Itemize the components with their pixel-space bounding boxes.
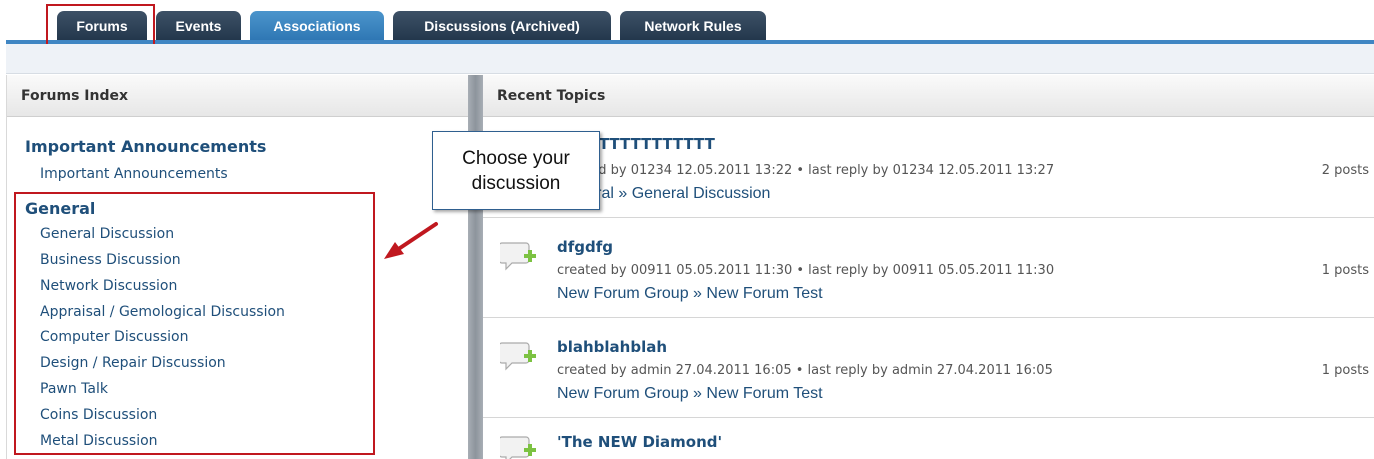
topic-meta: created by admin 27.04.2011 16:05 • last… [557, 363, 1053, 378]
sub-bar [6, 44, 1374, 74]
tab-discussions-archived[interactable]: Discussions (Archived) [393, 11, 611, 40]
topic-item: 'The NEW Diamond' [483, 418, 1374, 459]
topic-meta: created by 00911 05.05.2011 11:30 • last… [557, 263, 1055, 278]
tab-discussions-archived-label: Discussions (Archived) [424, 17, 580, 34]
tab-events-label: Events [175, 17, 222, 34]
topic-post-count: 1 posts [1321, 263, 1369, 278]
topic-meta: created by 01234 12.05.2011 13:22 • last… [557, 163, 1055, 178]
group-title-important-announcements[interactable]: Important Announcements [25, 137, 266, 156]
topic-breadcrumb[interactable]: New Forum Group » New Forum Test [557, 285, 823, 303]
tab-associations[interactable]: Associations [250, 11, 384, 40]
topic-item: dfgdfg created by 00911 05.05.2011 11:30… [483, 218, 1374, 318]
topic-post-count: 2 posts [1321, 163, 1369, 178]
topic-title[interactable]: 'The NEW Diamond' [557, 433, 722, 451]
new-topic-icon [500, 342, 536, 371]
callout-line-2: discussion [471, 172, 561, 194]
topic-item: blahblahblah created by admin 27.04.2011… [483, 318, 1374, 418]
new-topic-icon [500, 242, 536, 271]
recent-topics-header: Recent Topics [483, 75, 1374, 117]
topic-post-count: 1 posts [1321, 363, 1369, 378]
general-group-highlight [14, 192, 375, 455]
new-topic-icon [500, 436, 536, 459]
tab-network-rules[interactable]: Network Rules [620, 11, 766, 40]
callout-line-1: Choose your [462, 147, 570, 169]
recent-topics-panel: Recent Topics TESTTTTTTTTTTTT created by… [483, 75, 1374, 459]
forums-index-header: Forums Index [7, 75, 468, 117]
topic-item: TESTTTTTTTTTTTT created by 01234 12.05.2… [483, 118, 1374, 218]
tab-network-rules-label: Network Rules [644, 17, 742, 34]
topic-breadcrumb[interactable]: New Forum Group » New Forum Test [557, 385, 823, 403]
topic-title[interactable]: blahblahblah [557, 338, 667, 356]
tab-events[interactable]: Events [156, 11, 241, 40]
topic-title[interactable]: dfgdfg [557, 238, 613, 256]
choose-discussion-callout: Choose your discussion [432, 131, 600, 210]
tab-associations-label: Associations [273, 17, 361, 34]
tab-bar: Forums Events Associations Discussions (… [0, 0, 1374, 51]
forum-link-important-announcements[interactable]: Important Announcements [40, 166, 228, 182]
pointer-arrow-icon [384, 222, 438, 259]
